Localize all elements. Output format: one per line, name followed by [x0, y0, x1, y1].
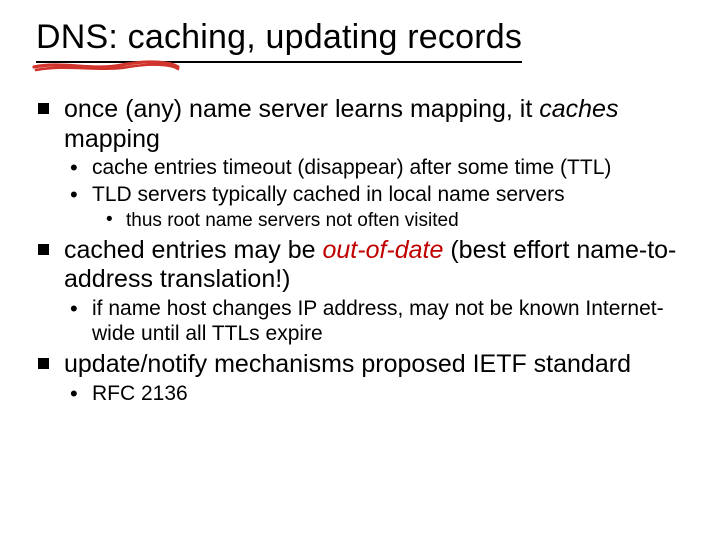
bullet-3-1: RFC 2136 — [64, 382, 690, 407]
slide: DNS: caching, updating records once (any… — [0, 0, 720, 540]
text-italic: caches — [539, 95, 618, 123]
bullet-1-2: TLD servers typically cached in local na… — [64, 183, 690, 232]
sublist: RFC 2136 — [64, 382, 690, 407]
text: mapping — [64, 125, 160, 153]
bullet-1-1: cache entries timeout (disappear) after … — [64, 156, 690, 181]
sublist: if name host changes IP address, may not… — [64, 297, 690, 347]
bullet-1-2-1: thus root name servers not often visited — [92, 210, 690, 232]
text: cached entries may be — [64, 236, 322, 264]
sublist: cache entries timeout (disappear) after … — [64, 156, 690, 232]
title-block: DNS: caching, updating records — [36, 18, 522, 63]
subsublist: thus root name servers not often visited — [92, 210, 690, 232]
text-red-italic: out-of-date — [322, 236, 443, 264]
bullet-3: update/notify mechanisms proposed IETF s… — [30, 350, 690, 406]
bullet-2-1: if name host changes IP address, may not… — [64, 297, 690, 347]
text: update/notify mechanisms proposed IETF s… — [64, 350, 631, 378]
bullet-1: once (any) name server learns mapping, i… — [30, 95, 690, 232]
slide-title: DNS: caching, updating records — [36, 18, 522, 57]
scribble-underline-icon — [32, 59, 180, 73]
bullet-list: once (any) name server learns mapping, i… — [30, 95, 690, 407]
text: once (any) name server learns mapping, i… — [64, 95, 539, 123]
bullet-2: cached entries may be out-of-date (best … — [30, 236, 690, 347]
text: TLD servers typically cached in local na… — [92, 183, 565, 206]
